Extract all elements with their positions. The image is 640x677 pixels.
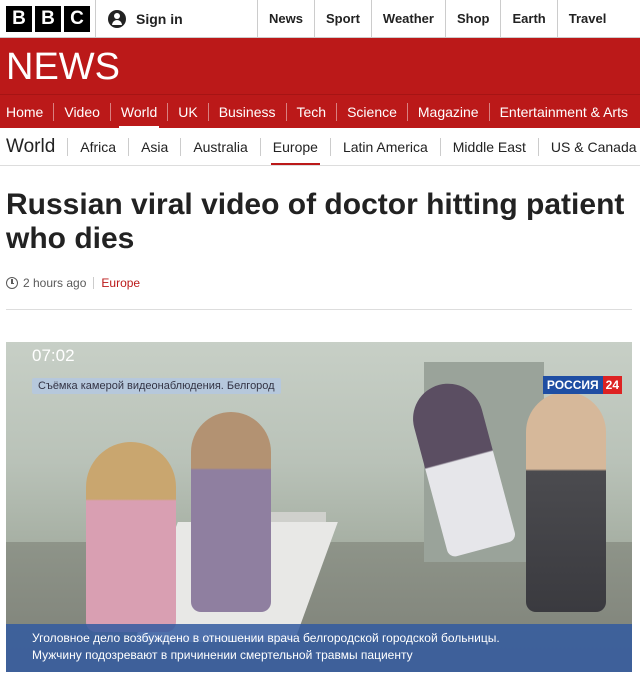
- top-nav-news[interactable]: News: [258, 0, 315, 37]
- section-nav-business[interactable]: Business: [207, 102, 286, 121]
- section-nav-world[interactable]: World: [109, 102, 167, 128]
- article-meta: 2 hours ago Europe: [6, 276, 140, 290]
- channel-name: РОССИЯ: [542, 376, 603, 394]
- top-nav-shop[interactable]: Shop: [446, 0, 502, 37]
- section-nav-video[interactable]: Video: [53, 102, 110, 121]
- divider: [6, 309, 632, 310]
- clock-icon: [6, 277, 18, 289]
- account-icon: [108, 9, 126, 28]
- sub-nav-europe[interactable]: Europe: [259, 137, 330, 165]
- section-nav-uk[interactable]: UK: [167, 102, 207, 121]
- article-headline: Russian viral video of doctor hitting pa…: [6, 188, 625, 255]
- section-nav-home[interactable]: Home: [0, 95, 53, 128]
- section-nav: Home Video World UK Business Tech Scienc…: [0, 94, 640, 128]
- top-nav-earth[interactable]: Earth: [501, 0, 558, 37]
- bbc-logo-letter: B: [35, 5, 61, 32]
- video-time-overlay: 07:02: [32, 346, 75, 365]
- video-player[interactable]: 07:02 Съёмка камерой видеонаблюдения. Бе…: [6, 342, 632, 672]
- video-scene-person: [526, 392, 606, 612]
- video-caption-line: Мужчину подозревают в причинении смертел…: [32, 648, 413, 662]
- sub-nav-asia[interactable]: Asia: [128, 137, 180, 156]
- article-category-link[interactable]: Europe: [101, 276, 140, 290]
- section-nav-entertainment[interactable]: Entertainment & Arts: [488, 102, 638, 121]
- sub-nav-australia[interactable]: Australia: [180, 137, 259, 156]
- world-sub-nav: World Africa Asia Australia Europe Latin…: [0, 128, 640, 166]
- sign-in-link[interactable]: Sign in: [96, 0, 258, 37]
- bbc-top-bar: B B C Sign in News Sport Weather Shop Ea…: [0, 0, 640, 38]
- section-nav-magazine[interactable]: Magazine: [406, 102, 489, 121]
- meta-separator: [93, 277, 95, 289]
- video-scene-person: [191, 412, 271, 612]
- bbc-logo[interactable]: B B C: [0, 0, 96, 37]
- top-nav-sport[interactable]: Sport: [315, 0, 372, 37]
- top-nav-travel[interactable]: Travel: [558, 0, 618, 37]
- video-location-overlay: Съёмка камерой видеонаблюдения. Белгород: [32, 378, 281, 394]
- top-nav: News Sport Weather Shop Earth Travel: [258, 0, 640, 37]
- sub-nav-us-canada[interactable]: US & Canada: [537, 137, 640, 156]
- channel-logo: РОССИЯ 24: [542, 376, 622, 394]
- sign-in-label: Sign in: [136, 10, 183, 27]
- channel-number: 24: [602, 376, 622, 394]
- video-caption: Уголовное дело возбуждено в отношении вр…: [6, 624, 632, 672]
- top-nav-weather[interactable]: Weather: [372, 0, 446, 37]
- bbc-logo-letter: B: [6, 5, 32, 32]
- sub-nav-section-title[interactable]: World: [0, 136, 67, 158]
- bbc-logo-letter: C: [64, 5, 90, 32]
- video-caption-line: Уголовное дело возбуждено в отношении вр…: [32, 631, 500, 645]
- sub-nav-africa[interactable]: Africa: [67, 137, 128, 156]
- section-nav-science[interactable]: Science: [336, 102, 407, 121]
- sub-nav-middle-east[interactable]: Middle East: [439, 137, 538, 156]
- section-nav-tech[interactable]: Tech: [285, 102, 337, 121]
- article-timestamp: 2 hours ago: [23, 276, 87, 290]
- news-logo[interactable]: NEWS: [6, 46, 120, 89]
- sub-nav-latin-america[interactable]: Latin America: [329, 137, 440, 156]
- video-scene-shelf: [266, 512, 326, 522]
- news-banner: NEWS: [0, 38, 640, 94]
- video-scene-person: [86, 442, 176, 632]
